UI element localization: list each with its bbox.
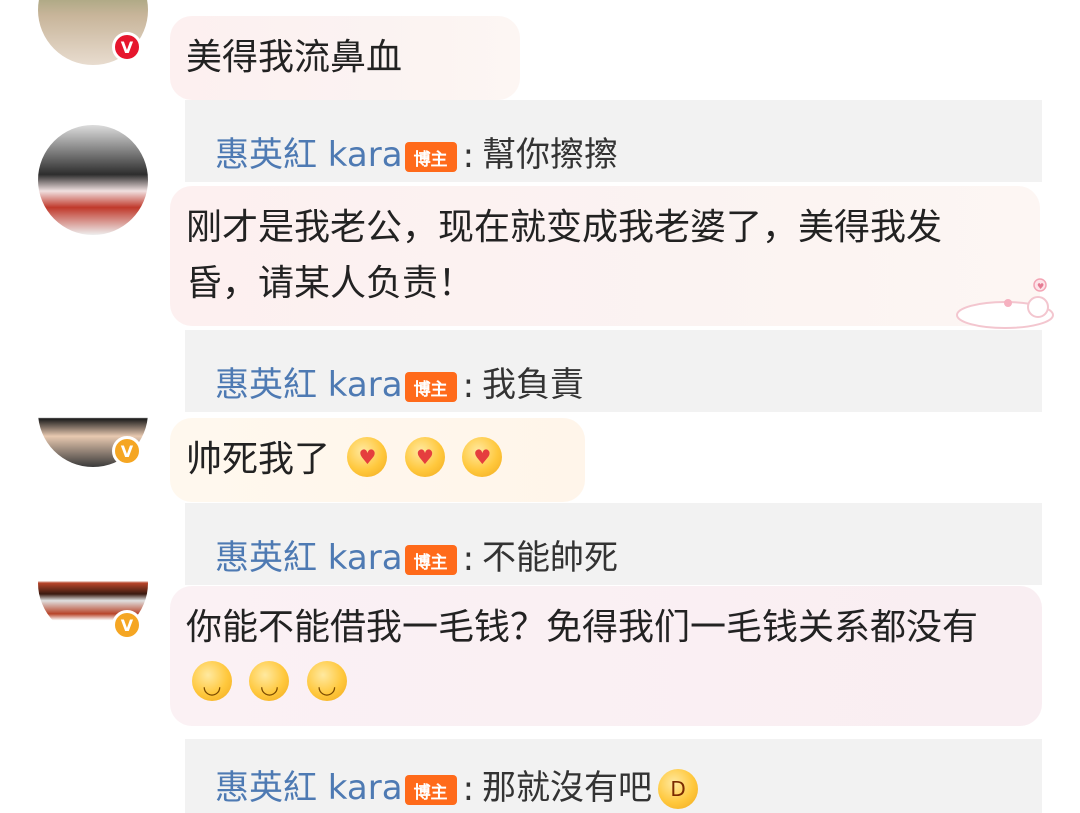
grin-emoji-icon: [192, 661, 232, 707]
reply-row[interactable]: 惠英紅 kara 博主 : 不能帥死: [185, 503, 1042, 585]
grin-emoji-icon: [249, 661, 290, 707]
verified-badge-icon: V: [112, 436, 142, 466]
kiss-emoji-icon: [347, 437, 388, 477]
user-avatar[interactable]: [38, 125, 148, 235]
blogger-tag: 博主: [404, 775, 457, 805]
reply-author-link[interactable]: 惠英紅 kara: [215, 357, 403, 406]
reply-text: 幫你擦擦: [482, 135, 619, 175]
kiss-emoji-icon: [462, 437, 503, 477]
verified-badge-icon: V: [112, 610, 142, 640]
reply-row[interactable]: 惠英紅 kara 博主 : 幫你擦擦: [185, 100, 1042, 182]
reply-separator: :: [462, 366, 475, 406]
reply-author-link[interactable]: 惠英紅 kara: [215, 127, 403, 176]
comment-bubble: 美得我流鼻血: [170, 16, 520, 100]
reply-row[interactable]: 惠英紅 kara 博主 : 我負責: [185, 330, 1042, 412]
reply-separator: :: [462, 136, 475, 176]
comment-text: 美得我流鼻血: [186, 37, 403, 78]
grin-emoji-icon: [306, 661, 347, 707]
reply-row[interactable]: 惠英紅 kara 博主 : 那就沒有吧: [185, 739, 1042, 813]
verified-badge-icon: V: [112, 32, 142, 62]
comment-bubble: 帅死我了: [170, 418, 585, 502]
reply-author-link[interactable]: 惠英紅 kara: [215, 530, 403, 579]
comment-bubble: 你能不能借我一毛钱？免得我们一毛钱关系都没有: [170, 586, 1042, 726]
blogger-tag: 博主: [404, 372, 457, 402]
svg-text:♥: ♥: [1037, 282, 1044, 291]
kiss-emoji-icon: [404, 437, 445, 477]
reply-text: 我負責: [482, 365, 585, 405]
comment-text: 刚才是我老公，现在就变成我老婆了，美得我发昏，请某人负责！: [186, 207, 943, 304]
laugh-emoji-icon: [658, 769, 699, 809]
reply-separator: :: [462, 769, 475, 809]
reply-author-link[interactable]: 惠英紅 kara: [215, 760, 403, 809]
blogger-tag: 博主: [404, 545, 457, 575]
reply-text: 不能帥死: [482, 538, 619, 578]
cat-sticker-icon: ♥: [956, 278, 1054, 329]
reply-separator: :: [462, 539, 475, 579]
comment-text: 帅死我了: [186, 439, 331, 480]
comment-text: 你能不能借我一毛钱？免得我们一毛钱关系都没有: [186, 607, 979, 648]
comment-bubble: 刚才是我老公，现在就变成我老婆了，美得我发昏，请某人负责！: [170, 186, 1040, 326]
blogger-tag: 博主: [404, 142, 457, 172]
reply-text: 那就沒有吧: [482, 768, 653, 808]
